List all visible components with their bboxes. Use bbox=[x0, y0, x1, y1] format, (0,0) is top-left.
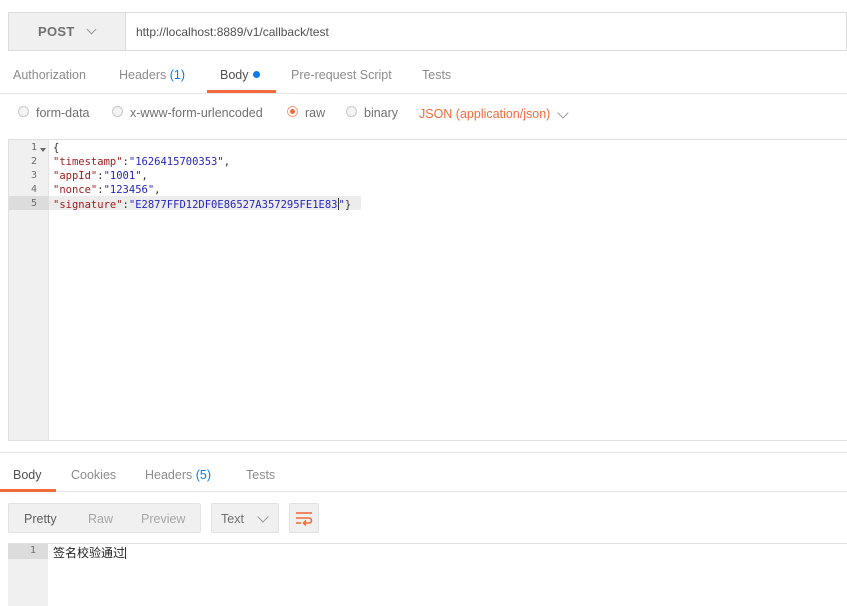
radio-form-data[interactable]: form-data bbox=[18, 105, 90, 120]
json-key: "nonce" bbox=[53, 184, 98, 196]
code-line: "signature":"E2877FFD12DF0E86527A357295F… bbox=[53, 198, 352, 211]
json-key: "signature" bbox=[53, 199, 123, 211]
body-type-options: form-data x-www-form-urlencoded raw bina… bbox=[0, 95, 847, 135]
chevron-down-icon[interactable] bbox=[557, 107, 569, 119]
tab-prerequest-label: Pre-request Script bbox=[291, 68, 392, 82]
fold-arrow-icon[interactable] bbox=[40, 148, 46, 152]
tab-headers-label: Headers bbox=[119, 68, 167, 82]
json-value: "E2877FFD12DF0E86527A357295FE1E83 bbox=[128, 199, 338, 211]
tab-tests-label: Tests bbox=[422, 68, 452, 82]
json-punct: , bbox=[223, 156, 231, 168]
modified-dot-icon bbox=[252, 71, 260, 78]
headers-count-badge: (1) bbox=[169, 68, 186, 82]
radio-form-data-label: form-data bbox=[36, 106, 90, 120]
radio-selected-icon bbox=[287, 105, 298, 117]
radio-circle-icon bbox=[112, 105, 123, 117]
json-key: "timestamp" bbox=[53, 156, 123, 168]
view-raw-button[interactable]: Raw bbox=[88, 512, 113, 526]
json-punct: , bbox=[154, 184, 161, 196]
view-mode-segmented-control: Pretty Raw Preview bbox=[8, 503, 201, 533]
line-number-current: 5 bbox=[9, 196, 49, 210]
view-preview-button[interactable]: Preview bbox=[141, 512, 185, 526]
line-number: 2 bbox=[30, 156, 37, 167]
tab-prerequest-script[interactable]: Pre-request Script bbox=[291, 68, 392, 82]
json-value: "1001" bbox=[103, 170, 142, 182]
line-number: 4 bbox=[30, 184, 37, 195]
radio-circle-icon bbox=[346, 105, 357, 117]
radio-binary-label: binary bbox=[364, 106, 399, 120]
content-type-select[interactable]: JSON (application/json) bbox=[419, 107, 550, 121]
request-url-bar: POST http://localhost:8889/v1/callback/t… bbox=[8, 12, 847, 51]
code-open-brace: { bbox=[53, 142, 60, 154]
view-pretty-button[interactable]: Pretty bbox=[24, 512, 57, 526]
code-line: "nonce":"123456", bbox=[53, 184, 161, 196]
tab-headers[interactable]: Headers (1) bbox=[119, 68, 185, 82]
method-select[interactable]: POST bbox=[9, 13, 126, 50]
response-body-text: 签名校验通过 bbox=[53, 544, 127, 561]
tab-tests[interactable]: Tests bbox=[422, 68, 451, 82]
json-value: "123456" bbox=[103, 184, 155, 196]
response-tab-body-label: Body bbox=[13, 468, 42, 482]
response-line-number: 1 bbox=[29, 545, 36, 556]
request-tabs: Authorization Headers (1) Body Pre-reque… bbox=[0, 58, 847, 94]
response-body-viewer[interactable]: 1 签名校验通过 bbox=[8, 543, 847, 606]
response-headers-count-badge: (5) bbox=[195, 468, 212, 482]
tab-body-label: Body bbox=[220, 68, 249, 82]
radio-urlencoded[interactable]: x-www-form-urlencoded bbox=[112, 105, 263, 120]
chevron-down-icon bbox=[257, 511, 269, 523]
tab-body[interactable]: Body bbox=[220, 68, 260, 82]
wrap-lines-button[interactable] bbox=[289, 503, 319, 533]
code-line: "appId":"1001", bbox=[53, 170, 148, 182]
json-punct: , bbox=[141, 170, 148, 182]
response-tab-tests[interactable]: Tests bbox=[246, 468, 275, 482]
tab-authorization[interactable]: Authorization bbox=[13, 68, 86, 82]
radio-circle-icon bbox=[18, 105, 29, 117]
radio-binary[interactable]: binary bbox=[346, 105, 399, 120]
chevron-down-icon bbox=[86, 24, 97, 35]
request-body-editor[interactable]: 1 2 3 4 5 { "timestamp":"1626415700353",… bbox=[8, 139, 847, 441]
response-text: 签名校验通过 bbox=[53, 546, 126, 560]
json-key: "appId" bbox=[53, 170, 98, 182]
response-format-label: Text bbox=[221, 512, 244, 526]
radio-raw[interactable]: raw bbox=[287, 105, 326, 120]
line-number: 1 bbox=[30, 142, 37, 153]
response-tab-cookies[interactable]: Cookies bbox=[71, 468, 116, 482]
response-format-select[interactable]: Text bbox=[211, 503, 279, 533]
response-tab-headers-label: Headers bbox=[145, 468, 193, 482]
line-number: 3 bbox=[30, 170, 37, 181]
wrap-lines-icon bbox=[296, 512, 313, 526]
json-close-brace: } bbox=[344, 199, 352, 211]
response-tab-tests-label: Tests bbox=[246, 468, 276, 482]
url-input[interactable]: http://localhost:8889/v1/callback/test bbox=[126, 13, 846, 50]
json-value: "1626415700353" bbox=[128, 156, 224, 168]
code-line: "timestamp":"1626415700353", bbox=[53, 156, 231, 168]
radio-raw-label: raw bbox=[305, 106, 326, 120]
active-response-tab-indicator bbox=[0, 489, 56, 492]
response-tab-cookies-label: Cookies bbox=[71, 468, 117, 482]
radio-urlencoded-label: x-www-form-urlencoded bbox=[130, 106, 263, 120]
method-label: POST bbox=[38, 24, 75, 39]
tab-authorization-label: Authorization bbox=[13, 68, 86, 82]
url-text: http://localhost:8889/v1/callback/test bbox=[136, 24, 329, 39]
response-tab-headers[interactable]: Headers (5) bbox=[145, 468, 211, 482]
active-tab-indicator bbox=[207, 90, 276, 93]
response-tab-body[interactable]: Body bbox=[13, 468, 42, 482]
text-caret bbox=[125, 547, 127, 559]
response-tabs: Body Cookies Headers (5) Tests bbox=[0, 453, 847, 492]
